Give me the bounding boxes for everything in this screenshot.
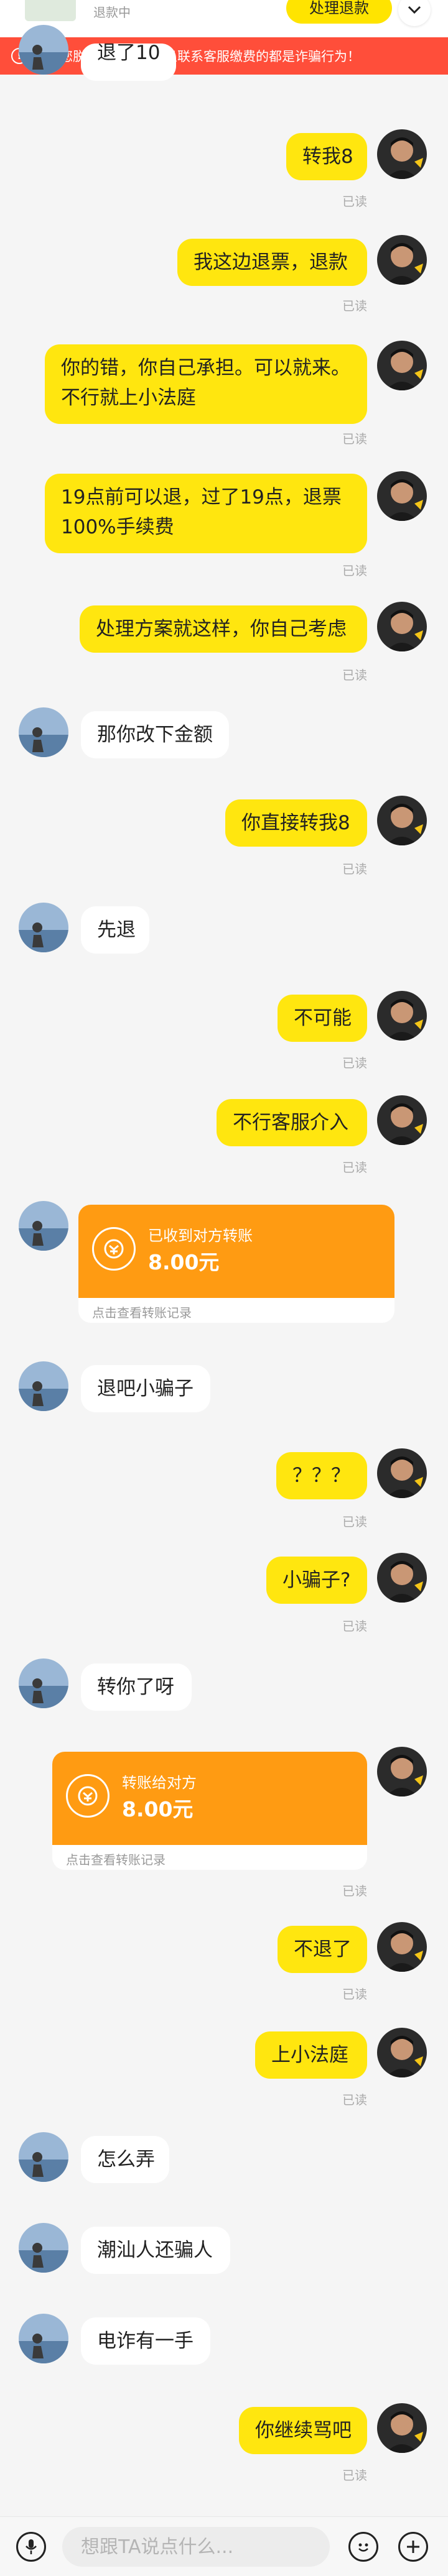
contact-avatar[interactable] — [19, 1201, 68, 1251]
self-avatar[interactable] — [377, 341, 427, 390]
transfer-card-received[interactable]: 已收到对方转账 8.00元 点击查看转账记录 — [78, 1205, 394, 1323]
read-status: 已读 — [342, 1987, 367, 2002]
self-avatar[interactable] — [377, 796, 427, 845]
message-bubble: 潮汕人还骗人 — [81, 2227, 230, 2274]
plus-icon[interactable] — [398, 2532, 428, 2562]
message-bubble: 我这边退票，退款 — [177, 239, 367, 286]
transfer-title: 已收到对方转账 — [148, 1227, 253, 1244]
contact-avatar[interactable] — [19, 2314, 68, 2363]
transfer-coin-icon — [92, 1227, 136, 1271]
self-avatar[interactable] — [377, 1553, 427, 1603]
voice-icon[interactable] — [16, 2532, 46, 2562]
self-avatar[interactable] — [377, 602, 427, 651]
message-input[interactable] — [62, 2527, 330, 2567]
self-avatar[interactable] — [377, 1922, 427, 1972]
self-avatar[interactable] — [377, 235, 427, 285]
contact-avatar[interactable] — [19, 707, 68, 757]
message-bubble: 电诈有一手 — [81, 2317, 210, 2365]
message-bubble-partial: 退了10 — [81, 44, 177, 81]
self-avatar[interactable] — [377, 2028, 427, 2077]
contact-avatar[interactable] — [19, 25, 68, 75]
read-status: 已读 — [342, 1160, 367, 1175]
transfer-title: 转账给对方 — [122, 1774, 197, 1792]
contact-avatar[interactable] — [19, 2223, 68, 2273]
message-bubble: 转我8 — [286, 133, 367, 180]
transfer-amount: 8.00元 — [148, 1250, 220, 1274]
transfer-coin-icon — [66, 1774, 110, 1818]
contact-avatar[interactable] — [19, 1361, 68, 1411]
order-header: 退款中 处理退款 — [0, 0, 448, 38]
read-status: 已读 — [342, 862, 367, 876]
self-avatar[interactable] — [377, 2403, 427, 2453]
order-status: 退款中 — [93, 5, 131, 20]
emoji-icon[interactable] — [348, 2532, 378, 2562]
read-status: 已读 — [342, 1514, 367, 1529]
transfer-record-link[interactable]: 点击查看转账记录 — [92, 1303, 192, 1321]
transfer-card-sent[interactable]: 转账给对方 8.00元 点击查看转账记录 — [52, 1752, 367, 1870]
read-status: 已读 — [342, 563, 367, 578]
self-avatar[interactable] — [377, 129, 427, 179]
message-bubble: 不行客服介入 — [217, 1099, 367, 1146]
contact-avatar[interactable] — [19, 2132, 68, 2182]
message-bubble: 转你了呀 — [81, 1663, 192, 1711]
message-bubble: 先退 — [81, 906, 149, 954]
message-bubble: 19点前可以退，过了19点，退票100%手续费 — [45, 474, 367, 553]
message-bubble: ？？？ — [276, 1452, 367, 1499]
read-status: 已读 — [342, 1619, 367, 1634]
message-bubble: 上小法庭 — [255, 2031, 367, 2079]
self-avatar[interactable] — [377, 1448, 427, 1498]
read-status: 已读 — [342, 1884, 367, 1898]
read-status: 已读 — [342, 194, 367, 209]
message-bubble: 退吧小骗子 — [81, 1365, 210, 1412]
message-bubble: 不可能 — [278, 995, 367, 1042]
transfer-amount: 8.00元 — [122, 1797, 194, 1821]
self-avatar[interactable] — [377, 1095, 427, 1145]
transfer-record-link[interactable]: 点击查看转账记录 — [66, 1850, 166, 1868]
message-bubble: 处理方案就这样，你自己考虑 — [80, 605, 367, 653]
self-avatar[interactable] — [377, 471, 427, 521]
input-bar — [0, 2516, 448, 2576]
handle-refund-button[interactable]: 处理退款 — [286, 0, 392, 24]
message-bubble: 小骗子? — [266, 1557, 367, 1604]
contact-avatar[interactable] — [19, 903, 68, 952]
read-status: 已读 — [342, 2092, 367, 2107]
read-status: 已读 — [342, 298, 367, 313]
message-bubble: 怎么弄 — [81, 2136, 169, 2183]
read-status: 已读 — [342, 668, 367, 683]
read-status: 已读 — [342, 431, 367, 446]
message-bubble: 不退了 — [278, 1926, 367, 1973]
self-avatar[interactable] — [377, 991, 427, 1041]
read-status: 已读 — [342, 1056, 367, 1070]
message-bubble: 你继续骂吧 — [239, 2407, 367, 2454]
contact-avatar[interactable] — [19, 1658, 68, 1708]
self-avatar[interactable] — [377, 1747, 427, 1796]
message-bubble: 你直接转我8 — [225, 799, 367, 847]
item-thumbnail[interactable] — [25, 0, 76, 21]
message-bubble: 你的错，你自己承担。可以就来。不行就上小法庭 — [45, 344, 367, 424]
read-status: 已读 — [342, 2468, 367, 2483]
message-bubble: 那你改下金额 — [81, 711, 229, 758]
menu-chevron-icon[interactable] — [398, 0, 431, 26]
